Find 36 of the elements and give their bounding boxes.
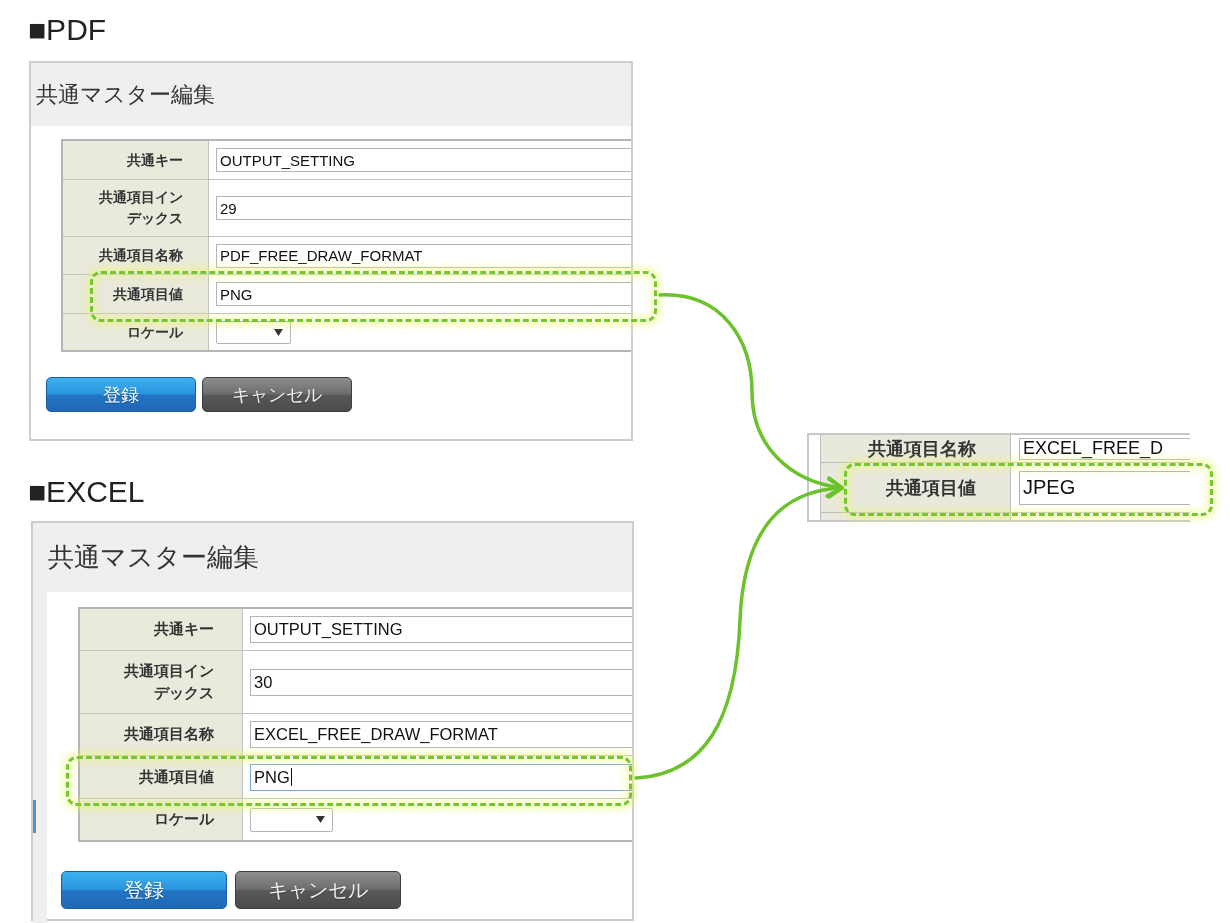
field-label: 共通項目名称 (80, 714, 243, 755)
panel-title: 共通マスター編集 (36, 80, 215, 109)
text-cursor-icon (290, 767, 293, 787)
text-input[interactable]: PDF_FREE_DRAW_FORMAT (216, 243, 631, 268)
section-heading: ■EXCEL (28, 474, 145, 510)
text-input[interactable]: 30 (250, 668, 632, 696)
submit-button[interactable]: 登録 (46, 377, 196, 412)
dropdown-caret-icon (316, 816, 325, 823)
field-label: 共通項目値 (63, 275, 209, 313)
field-label: 共通項目インデックス (80, 651, 243, 713)
text-input[interactable]: OUTPUT_SETTING (216, 148, 631, 172)
field-label: ロケール (80, 799, 243, 840)
field-label: 共通項目値 (821, 463, 1011, 512)
section-heading: ■PDF (28, 12, 107, 48)
text-input[interactable]: OUTPUT_SETTING (250, 616, 632, 643)
submit-button[interactable]: 登録 (61, 871, 227, 909)
edge-marker (33, 800, 36, 833)
field-label: 共通キー (80, 609, 243, 650)
cancel-button[interactable]: キャンセル (235, 871, 401, 909)
panel-title: 共通マスター編集 (48, 541, 259, 574)
text-input[interactable]: 29 (216, 196, 631, 220)
field-label: 共通項目値 (80, 756, 243, 798)
cancel-button[interactable]: キャンセル (202, 377, 352, 412)
field-label: ロケール (63, 314, 209, 350)
field-label: 共通項目名称 (821, 435, 1011, 462)
locale-select[interactable] (250, 807, 333, 832)
locale-select[interactable] (216, 320, 291, 344)
field-label: 共通項目名称 (63, 237, 209, 274)
text-input[interactable]: PNG (250, 763, 632, 791)
dropdown-caret-icon (274, 328, 283, 336)
text-input[interactable]: EXCEL_FREE_D (1019, 437, 1190, 460)
field-label: 共通項目インデックス (63, 180, 209, 236)
text-input[interactable]: EXCEL_FREE_DRAW_FORMAT (250, 721, 632, 748)
text-input[interactable]: PNG (216, 282, 631, 306)
text-input[interactable]: JPEG (1019, 470, 1190, 505)
field-label: 共通キー (63, 141, 209, 179)
